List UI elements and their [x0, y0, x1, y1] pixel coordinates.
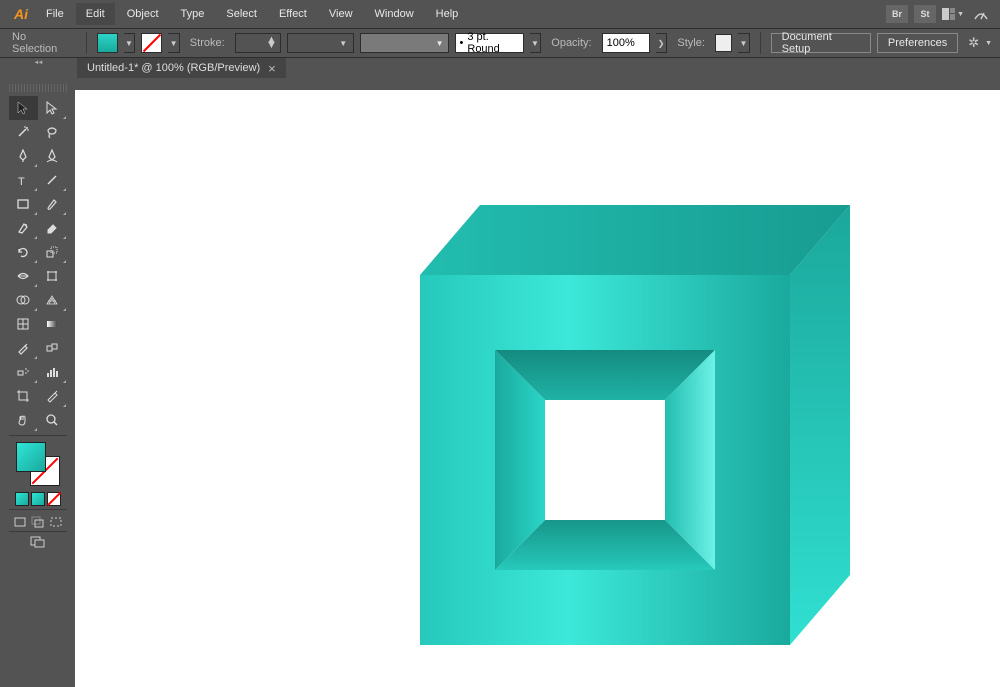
menu-window[interactable]: Window [365, 3, 424, 25]
stroke-dropdown-icon[interactable]: ▼ [168, 33, 180, 53]
opacity-input[interactable]: 100% [602, 33, 650, 53]
close-tab-icon[interactable]: × [268, 61, 276, 76]
mesh-tool[interactable] [9, 312, 38, 336]
magic-wand-tool[interactable] [9, 120, 38, 144]
screen-mode-icon[interactable] [30, 536, 46, 548]
selection-tool[interactable] [9, 96, 38, 120]
variable-width-profile[interactable]: ▼ [287, 33, 354, 53]
fill-swatch[interactable] [97, 33, 118, 53]
menu-object[interactable]: Object [117, 3, 169, 25]
perspective-grid-tool[interactable] [38, 288, 67, 312]
brush-dot-icon: • [460, 37, 464, 49]
menu-effect[interactable]: Effect [269, 3, 317, 25]
none-mode-swatch[interactable] [47, 492, 61, 506]
eyedropper-tool[interactable] [9, 336, 38, 360]
menu-file[interactable]: File [36, 3, 74, 25]
align-to-icon[interactable]: ✲ [968, 35, 979, 51]
lasso-tool[interactable] [38, 120, 67, 144]
draw-normal-icon[interactable] [13, 516, 27, 528]
tools-collapse-icon[interactable] [0, 58, 75, 68]
slice-tool[interactable] [38, 384, 67, 408]
style-label: Style: [673, 37, 709, 49]
selection-label: No Selection [8, 31, 76, 55]
tools-panel: T [0, 58, 75, 687]
artboard-tool[interactable] [9, 384, 38, 408]
document-tab-title: Untitled-1* @ 100% (RGB/Preview) [87, 62, 260, 74]
document-tab-bar: Untitled-1* @ 100% (RGB/Preview) × [0, 58, 1000, 78]
brush-dropdown-icon[interactable]: ▼ [530, 33, 542, 53]
menu-type[interactable]: Type [171, 3, 215, 25]
document-tab[interactable]: Untitled-1* @ 100% (RGB/Preview) × [77, 58, 286, 78]
curvature-tool[interactable] [38, 144, 67, 168]
shape-builder-tool[interactable] [9, 288, 38, 312]
arrange-documents-icon[interactable]: ▼ [942, 5, 964, 23]
opacity-label: Opacity: [547, 37, 595, 49]
gpu-perf-icon[interactable] [970, 5, 992, 23]
tool-grabber[interactable] [9, 84, 67, 92]
stroke-swatch[interactable] [141, 33, 162, 53]
brush-definition[interactable]: • 3 pt. Round [455, 33, 524, 53]
fill-color-box[interactable] [16, 442, 46, 472]
ai-logo: Ai [8, 6, 34, 22]
menu-right-group: Br St ▼ [886, 5, 992, 23]
opacity-dropdown-icon[interactable]: ❯ [656, 33, 668, 53]
blend-tool[interactable] [38, 336, 67, 360]
paintbrush-tool[interactable] [38, 192, 67, 216]
type-tool[interactable]: T [9, 168, 38, 192]
stroke-stepper-icon[interactable]: ▲▼ [266, 38, 277, 48]
free-transform-tool[interactable] [38, 264, 67, 288]
line-segment-tool[interactable] [38, 168, 67, 192]
fill-dropdown-icon[interactable]: ▼ [124, 33, 136, 53]
brush-def-stroke[interactable]: ▼ [360, 33, 448, 53]
artwork-3d-frame[interactable] [335, 190, 855, 687]
menu-bar: Ai File Edit Object Type Select Effect V… [0, 0, 1000, 28]
control-bar: No Selection ▼ ▼ Stroke: ▲▼ ▼ ▼ • 3 pt. … [0, 28, 1000, 58]
stroke-weight-input[interactable]: ▲▼ [235, 33, 281, 53]
menu-view[interactable]: View [319, 3, 363, 25]
rotate-tool[interactable] [9, 240, 38, 264]
style-dropdown-icon[interactable]: ▼ [738, 33, 750, 53]
symbol-sprayer-tool[interactable] [9, 360, 38, 384]
direct-selection-tool[interactable] [38, 96, 67, 120]
canvas[interactable] [75, 90, 1000, 687]
scale-tool[interactable] [38, 240, 67, 264]
fill-stroke-control[interactable] [16, 442, 60, 486]
shaper-tool[interactable] [9, 216, 38, 240]
pen-tool[interactable] [9, 144, 38, 168]
gradient-tool[interactable] [38, 312, 67, 336]
svg-text:T: T [18, 176, 25, 187]
zoom-tool[interactable] [38, 408, 67, 432]
draw-behind-icon[interactable] [31, 516, 45, 528]
style-swatch[interactable] [715, 34, 732, 52]
column-graph-tool[interactable] [38, 360, 67, 384]
color-mode-swatch[interactable] [15, 492, 29, 506]
stroke-label: Stroke: [186, 37, 229, 49]
document-setup-button[interactable]: Document Setup [771, 33, 871, 53]
gradient-mode-swatch[interactable] [31, 492, 45, 506]
preferences-button[interactable]: Preferences [877, 33, 958, 53]
draw-inside-icon[interactable] [49, 516, 63, 528]
width-tool[interactable] [9, 264, 38, 288]
rectangle-tool[interactable] [9, 192, 38, 216]
menu-edit[interactable]: Edit [76, 3, 115, 25]
eraser-tool[interactable] [38, 216, 67, 240]
stock-button[interactable]: St [914, 5, 936, 23]
menu-help[interactable]: Help [426, 3, 469, 25]
bridge-button[interactable]: Br [886, 5, 908, 23]
menu-select[interactable]: Select [216, 3, 267, 25]
hand-tool[interactable] [9, 408, 38, 432]
